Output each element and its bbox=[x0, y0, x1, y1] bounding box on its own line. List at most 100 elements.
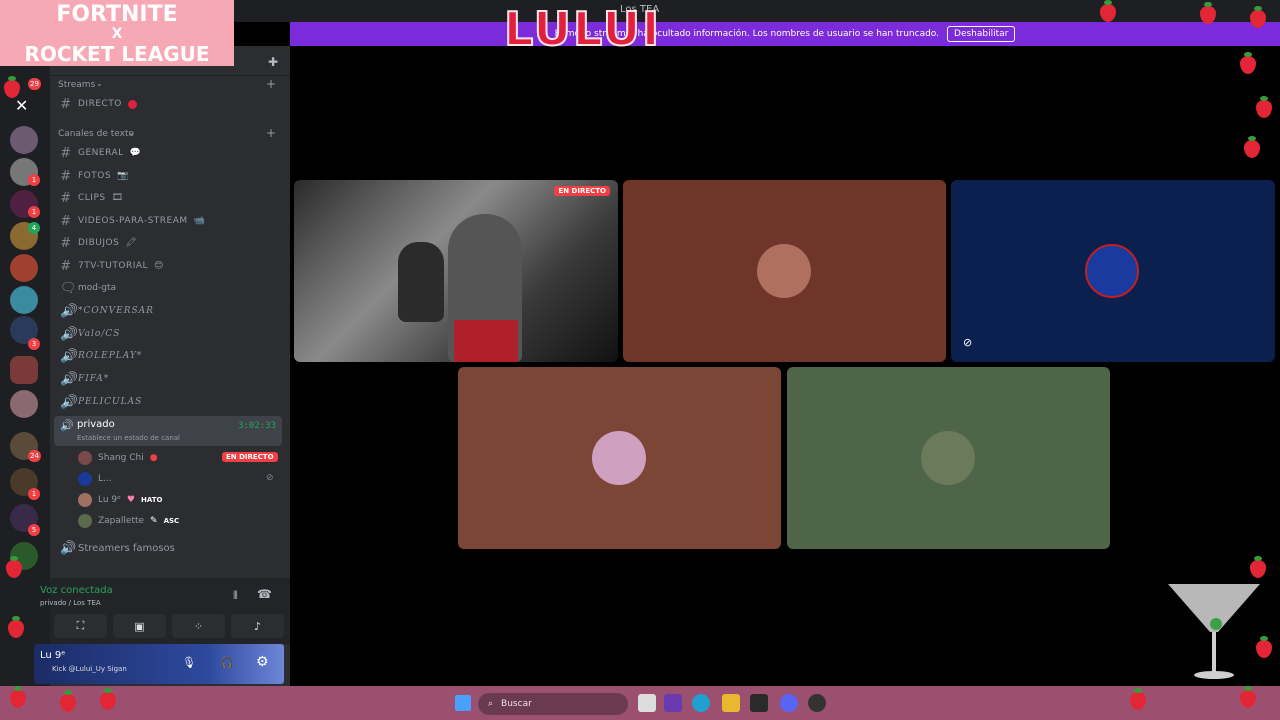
unread-badge: 3 bbox=[28, 338, 40, 350]
avatar bbox=[78, 472, 92, 486]
camera-off-button[interactable]: ⛶ bbox=[54, 614, 107, 638]
hash-icon: # bbox=[60, 190, 72, 206]
camera-icon: 📷 bbox=[117, 171, 129, 181]
category-streams[interactable]: Streams bbox=[58, 80, 95, 90]
film-icon: 🎞 bbox=[111, 193, 124, 203]
channel-roleplay[interactable]: 🔊 ROLEPLAY* bbox=[58, 346, 280, 366]
noise-suppression-icon[interactable]: ⦀ bbox=[233, 589, 238, 603]
avatar bbox=[78, 493, 92, 507]
live-badge: EN DIRECTO bbox=[554, 186, 610, 196]
participant-avatar bbox=[592, 431, 646, 485]
channel-7tv-tutorial[interactable]: #7TV-TUTORIAL 😊 bbox=[58, 256, 280, 276]
voice-member[interactable]: Lu 9ᵉ ♥ HATO bbox=[78, 490, 162, 510]
microphone-icon[interactable]: 🎙 bbox=[182, 656, 196, 669]
search-label: Buscar bbox=[501, 699, 532, 709]
server-icon[interactable] bbox=[10, 390, 38, 418]
member-name: Zapallette bbox=[98, 516, 145, 526]
add-channel-icon[interactable]: + bbox=[266, 77, 276, 91]
voice-channel-status[interactable]: Establece un estado de canal bbox=[77, 434, 180, 442]
add-channel-icon[interactable]: + bbox=[266, 126, 276, 140]
channel-directo[interactable]: # DIRECTO bbox=[58, 94, 280, 114]
server-icon[interactable] bbox=[10, 126, 38, 154]
hash-icon: # bbox=[60, 235, 72, 251]
video-camera-icon: 📹 bbox=[193, 216, 206, 226]
channel-label: DIBUJOS bbox=[78, 238, 120, 248]
windows-start-icon[interactable] bbox=[455, 695, 471, 711]
voice-icon: 🔊 bbox=[60, 419, 74, 432]
unread-badge: 1 bbox=[28, 206, 40, 218]
obs-icon[interactable] bbox=[808, 694, 826, 712]
settings-gear-icon[interactable]: ⚙ bbox=[256, 654, 269, 670]
banner-line: X bbox=[111, 26, 123, 42]
voice-channel-path[interactable]: privado / Los TEA bbox=[40, 599, 101, 607]
hash-icon: # bbox=[60, 258, 72, 274]
category-text[interactable]: Canales de texto bbox=[58, 129, 134, 139]
channel-peliculas[interactable]: 🔊 PELICULAS bbox=[58, 392, 280, 412]
banner-line: FORTNITE bbox=[56, 2, 178, 27]
channel-videos[interactable]: # VIDEOS-PARA-STREAM 📹 bbox=[58, 211, 280, 231]
stream-tile[interactable]: EN DIRECTO bbox=[294, 180, 618, 362]
headphones-icon[interactable]: 🎧 bbox=[220, 656, 234, 669]
channel-label: mod-gta bbox=[78, 283, 116, 293]
channel-dibujos[interactable]: # DIBUJOS 🖍 bbox=[58, 233, 280, 253]
participant-tile[interactable]: ⊘ bbox=[951, 180, 1275, 362]
channel-general[interactable]: # GENERAL 💬 bbox=[58, 143, 280, 163]
edge-icon[interactable] bbox=[692, 694, 710, 712]
channel-clips[interactable]: # CLIPS 🎞 bbox=[58, 188, 280, 208]
soundboard-button[interactable]: ♪ bbox=[231, 614, 284, 638]
overlay-banner: FORTNITE X ROCKET LEAGUE bbox=[0, 0, 234, 66]
channel-label: PELICULAS bbox=[78, 397, 143, 407]
voice-icon: 🔊 bbox=[60, 371, 78, 387]
server-icon[interactable] bbox=[10, 286, 38, 314]
close-icon[interactable]: ✕ bbox=[15, 96, 28, 115]
member-name: L... bbox=[98, 474, 112, 484]
channel-label: ROLEPLAY* bbox=[78, 351, 143, 361]
task-view-icon[interactable] bbox=[638, 694, 656, 712]
unread-badge: 4 bbox=[28, 222, 40, 234]
voice-icon: 🔊 bbox=[60, 303, 78, 319]
activities-button[interactable]: ⁘ bbox=[172, 614, 225, 638]
disable-streamer-mode-button[interactable]: Deshabilitar bbox=[947, 26, 1016, 42]
channel-label: FIFA* bbox=[78, 374, 110, 384]
server-icon[interactable] bbox=[10, 254, 38, 282]
discord-icon[interactable] bbox=[780, 694, 798, 712]
voice-member[interactable]: Zapallette ✎ ASC bbox=[78, 511, 179, 531]
unread-badge: 29 bbox=[28, 78, 41, 90]
muted-icon: ⊘ bbox=[963, 336, 973, 349]
stream-figure-left bbox=[398, 242, 444, 322]
channel-fotos[interactable]: # FOTOS 📷 bbox=[58, 166, 280, 186]
hash-icon: # bbox=[60, 145, 72, 161]
channel-streamers-famosos[interactable]: 🔊 Streamers famosos bbox=[58, 538, 280, 558]
voice-icon: 🔊 bbox=[60, 348, 78, 364]
channel-conversar[interactable]: 🔊 *CONVERSAR bbox=[58, 301, 280, 321]
forum-icon: 🗨 bbox=[60, 280, 77, 296]
app-icon[interactable] bbox=[664, 694, 682, 712]
strawberry-decoration bbox=[1250, 556, 1266, 578]
channel-valo-cs[interactable]: 🔊 Valo/CS bbox=[58, 324, 280, 344]
taskbar-search[interactable]: ⌕ Buscar bbox=[478, 693, 628, 715]
terminal-icon[interactable] bbox=[750, 694, 768, 712]
screen-share-button[interactable]: ▣ bbox=[113, 614, 166, 638]
smile-icon: 😊 bbox=[154, 261, 164, 271]
participant-avatar bbox=[1085, 244, 1139, 298]
hash-icon: # bbox=[60, 213, 72, 229]
red-circle-icon bbox=[127, 99, 137, 109]
participant-tile[interactable] bbox=[458, 367, 781, 549]
voice-status: Voz conectada bbox=[40, 585, 113, 596]
server-icon[interactable] bbox=[10, 356, 38, 384]
strawberry-decoration bbox=[1256, 96, 1272, 118]
participant-tile[interactable] bbox=[623, 180, 946, 362]
channel-fifa[interactable]: 🔊 FIFA* bbox=[58, 369, 280, 389]
file-explorer-icon[interactable] bbox=[722, 694, 740, 712]
username[interactable]: Lu 9ᵉ bbox=[40, 650, 65, 661]
voice-member[interactable]: Shang Chi ● bbox=[78, 448, 158, 468]
disconnect-icon[interactable]: ☎ bbox=[257, 587, 272, 601]
voice-member[interactable]: L... bbox=[78, 469, 112, 489]
channel-label: VIDEOS-PARA-STREAM bbox=[78, 216, 188, 226]
voice-channel-privado[interactable]: 🔊 privado Establece un estado de canal 3… bbox=[54, 416, 282, 446]
avatar bbox=[78, 451, 92, 465]
add-user-icon[interactable]: ✚ bbox=[268, 55, 278, 69]
channel-mod-gta[interactable]: 🗨 mod-gta bbox=[58, 278, 280, 298]
unread-badge: 1 bbox=[28, 488, 40, 500]
participant-tile[interactable] bbox=[787, 367, 1110, 549]
